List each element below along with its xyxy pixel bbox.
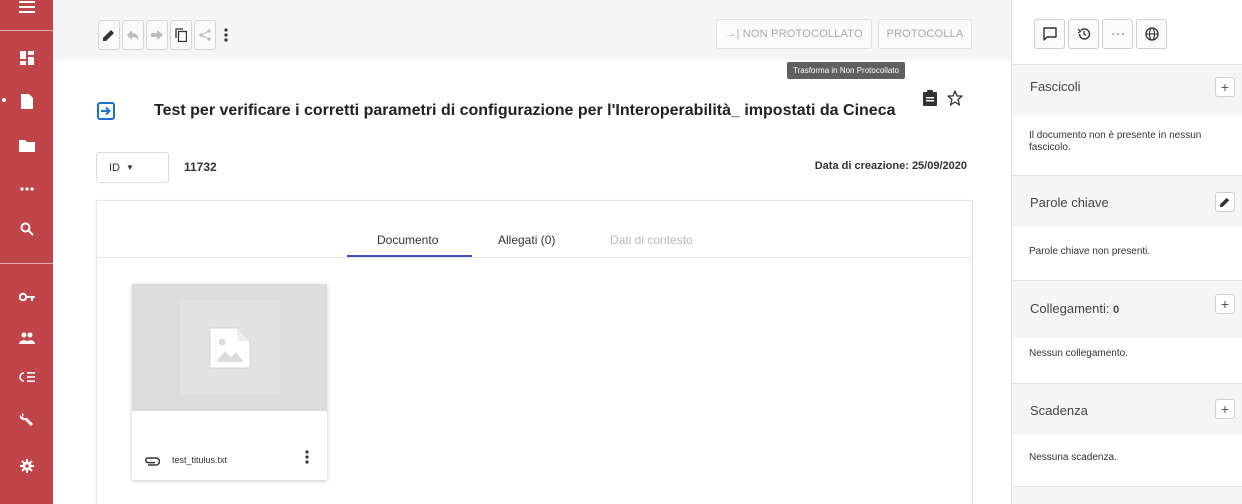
edit-parole-chiave-button[interactable] <box>1215 192 1235 212</box>
search-icon[interactable] <box>0 214 53 244</box>
more-horizontal-icon <box>1111 32 1124 36</box>
document-icon[interactable] <box>0 86 53 116</box>
file-menu-button[interactable] <box>305 450 309 469</box>
main-pane: →| NON PROTOCOLLATO PROTOCOLLA Test per … <box>53 0 1011 504</box>
globe-button[interactable] <box>1136 19 1167 49</box>
menu-icon[interactable] <box>0 0 53 14</box>
history-button[interactable] <box>1068 19 1099 49</box>
document-id-value: 11732 <box>184 160 217 174</box>
parole-chiave-section-header: Parole chiave <box>1012 175 1242 227</box>
reply-icon <box>127 30 139 40</box>
document-toolbar: →| NON PROTOCOLLATO PROTOCOLLA <box>53 5 1011 60</box>
more-vertical-icon <box>305 450 309 464</box>
next-section-header <box>1012 486 1242 504</box>
document-card: Documento Allegati (0) Dati di contesto … <box>96 200 973 504</box>
edit-button[interactable] <box>98 20 120 50</box>
add-fascicolo-button[interactable]: + <box>1215 77 1235 97</box>
copy-button[interactable] <box>170 20 192 50</box>
non-protocollato-button[interactable]: →| NON PROTOCOLLATO <box>716 19 872 49</box>
add-collegamento-button[interactable]: + <box>1215 294 1235 314</box>
header-actions <box>923 90 963 111</box>
pencil-icon <box>1220 197 1230 207</box>
star-icon[interactable] <box>947 90 963 111</box>
collegamenti-title: Collegamenti: 0 <box>1030 301 1119 316</box>
more-options-button[interactable] <box>1102 19 1133 49</box>
active-tab-indicator <box>347 255 472 257</box>
pencil-icon <box>103 30 114 41</box>
tab-dati-di-contesto[interactable]: Dati di contesto <box>610 233 693 247</box>
collegamenti-section-header: Collegamenti: 0 + <box>1012 280 1242 338</box>
fascicoli-section-header: Fascicoli + <box>1012 64 1242 116</box>
people-icon[interactable] <box>0 323 53 353</box>
protocolla-button[interactable]: PROTOCOLLA <box>878 19 972 49</box>
settings-icon[interactable] <box>0 451 53 481</box>
document-title: Test per verificare i corretti parametri… <box>154 102 896 119</box>
collegamenti-label: Collegamenti: <box>1030 301 1110 316</box>
left-rail <box>0 0 53 504</box>
parole-chiave-body: Parole chiave non presenti. <box>1029 246 1151 257</box>
tooltip: Trasforma in Non Protocollato <box>787 62 905 79</box>
globe-icon <box>1144 27 1159 41</box>
tab-allegati[interactable]: Allegati (0) <box>498 233 555 247</box>
key-icon[interactable] <box>0 282 53 312</box>
clipboard-icon[interactable] <box>923 90 937 111</box>
copy-icon <box>175 28 187 42</box>
dashboard-icon[interactable] <box>0 43 53 73</box>
more-actions-button[interactable] <box>217 20 235 50</box>
scadenza-body: Nessuna scadenza. <box>1029 452 1117 463</box>
tab-documento[interactable]: Documento <box>377 233 438 247</box>
forward-button[interactable] <box>146 20 168 50</box>
caret-down-icon: ▼ <box>126 163 134 172</box>
collegamenti-body: Nessun collegamento. <box>1029 348 1128 359</box>
file-card[interactable]: test_titulus.txt <box>132 284 327 480</box>
document-tabs: Documento Allegati (0) Dati di contesto <box>97 201 972 258</box>
id-selector[interactable]: ID ▼ <box>96 152 169 183</box>
wrench-icon[interactable] <box>0 404 53 434</box>
inbound-document-icon <box>95 100 117 122</box>
more-horizontal-icon[interactable] <box>0 174 53 204</box>
file-name[interactable]: test_titulus.txt <box>172 455 227 465</box>
document-header: Test per verificare i corretti parametri… <box>95 96 975 126</box>
history-icon <box>1077 28 1090 40</box>
id-selector-label: ID <box>109 161 120 174</box>
collegamenti-count: 0 <box>1113 304 1120 316</box>
creation-date-label: Data di creazione: <box>814 160 909 172</box>
comment-icon <box>1042 27 1057 41</box>
image-placeholder-icon <box>209 327 251 368</box>
right-panel: Fascicoli + Il documento non è presente … <box>1011 0 1242 504</box>
file-thumbnail[interactable] <box>132 284 327 411</box>
scadenza-section-header: Scadenza + <box>1012 383 1242 435</box>
creation-date: Data di creazione: 25/09/2020 <box>815 160 967 172</box>
attachment-icon <box>144 453 161 471</box>
comments-button[interactable] <box>1034 19 1065 49</box>
more-vertical-icon <box>224 28 228 42</box>
list-icon[interactable] <box>0 362 53 392</box>
reply-button[interactable] <box>122 20 144 50</box>
forward-icon <box>151 30 163 40</box>
share-icon <box>199 29 211 41</box>
scadenza-title: Scadenza <box>1030 403 1088 418</box>
folder-icon[interactable] <box>0 130 53 160</box>
parole-chiave-title: Parole chiave <box>1030 195 1109 210</box>
document-content: Test per verificare i corretti parametri… <box>53 60 1011 504</box>
fascicoli-body: Il documento non è presente in nessun fa… <box>1029 130 1202 153</box>
creation-date-value: 25/09/2020 <box>911 160 967 172</box>
fascicoli-title: Fascicoli <box>1030 79 1081 94</box>
share-button[interactable] <box>194 20 216 50</box>
add-scadenza-button[interactable]: + <box>1215 399 1235 419</box>
